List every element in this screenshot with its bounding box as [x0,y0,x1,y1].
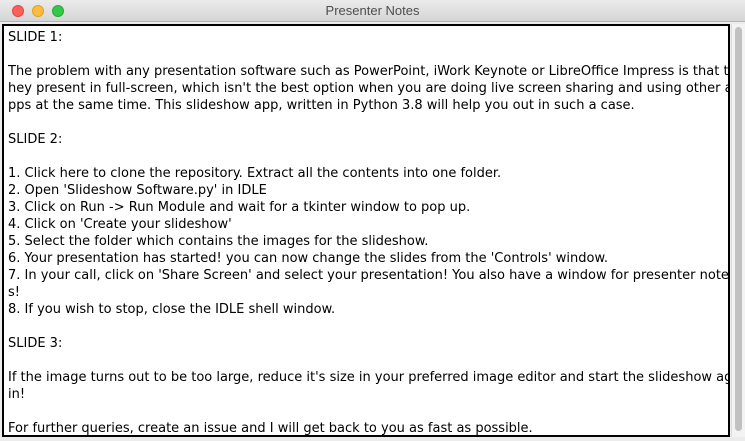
note-line [8,352,726,369]
presenter-notes-window: Presenter Notes SLIDE 1: The problem with… [0,0,745,441]
note-line: 8. If you wish to stop, close the IDLE s… [8,302,336,317]
note-line: in! [8,387,26,402]
note-line [8,318,726,335]
note-line: For further queries, create an issue and… [8,421,533,436]
note-line: If the image turns out to be too large, … [8,370,730,385]
scrollbar-thumb[interactable] [735,27,742,431]
note-line: s! [8,285,20,300]
note-line: pps at the same time. This slideshow app… [8,98,635,113]
note-line: SLIDE 2: [8,132,63,147]
vertical-scrollbar[interactable] [731,24,745,437]
window-title: Presenter Notes [325,3,420,18]
note-line: 4. Click on 'Create your slideshow' [8,217,232,232]
note-line [8,46,726,63]
note-line: SLIDE 3: [8,336,63,351]
note-line [8,403,726,420]
note-line: 7. In your call, click on 'Share Screen'… [8,268,729,283]
note-line: 6. Your presentation has started! you ca… [8,251,609,266]
note-line: hey present in full-screen, which isn't … [8,81,730,96]
note-line: 1. Click here to clone the repository. E… [8,166,502,181]
title-bar[interactable]: Presenter Notes [0,0,745,22]
note-line: 3. Click on Run -> Run Module and wait f… [8,200,471,215]
note-line [8,148,726,165]
note-line [8,114,726,131]
notes-text-area[interactable]: SLIDE 1: The problem with any presentatio… [2,24,730,437]
note-line: SLIDE 1: [8,30,63,45]
note-line: The problem with any presentation softwa… [8,64,729,79]
note-line: 5. Select the folder which contains the … [8,234,429,249]
notes-content: SLIDE 1: The problem with any presentatio… [8,29,730,436]
note-line: 2. Open 'Slideshow Software.py' in IDLE [8,183,267,198]
